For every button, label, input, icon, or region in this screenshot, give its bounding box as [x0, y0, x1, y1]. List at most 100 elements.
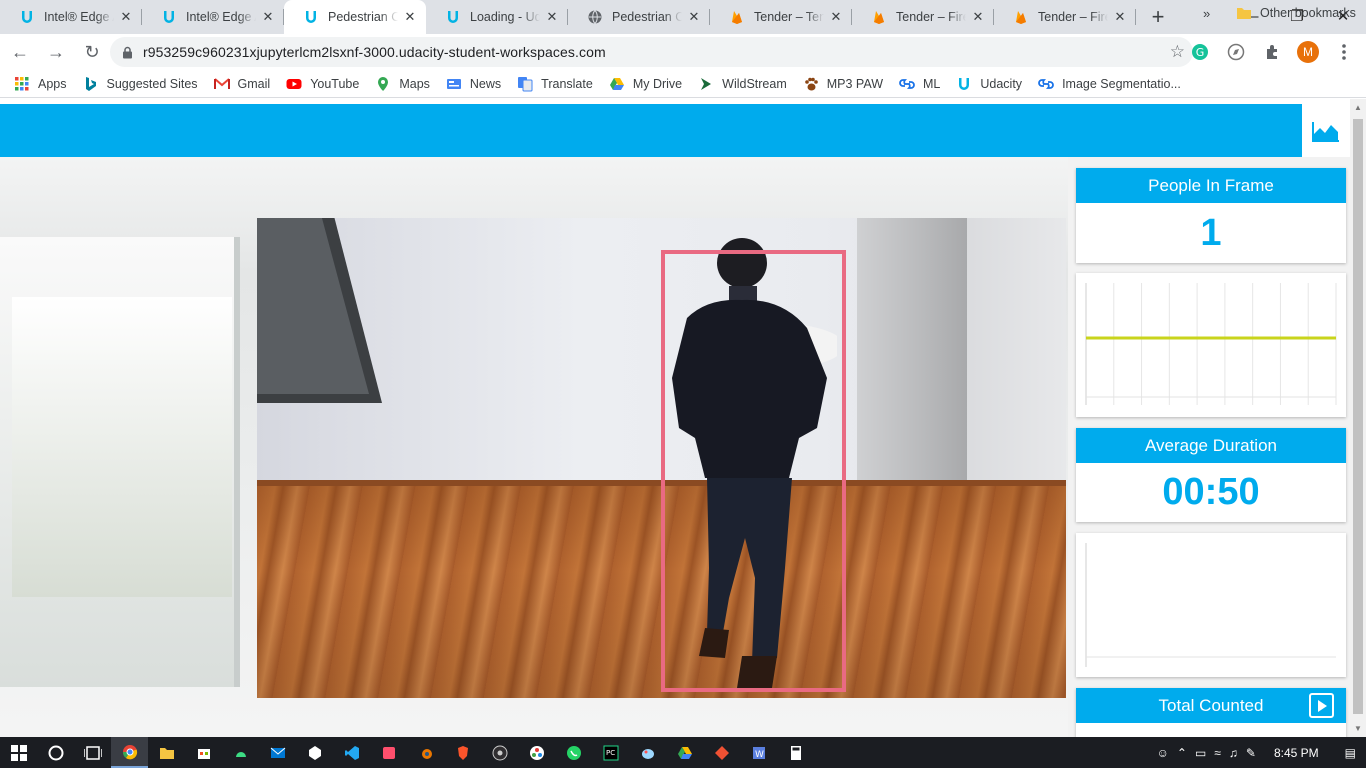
taskbar-app-button[interactable] — [629, 737, 666, 768]
bookmark-item[interactable]: News — [446, 76, 501, 92]
close-tab-icon[interactable]: ✕ — [828, 9, 844, 25]
profile-avatar[interactable]: M — [1294, 38, 1322, 66]
bookmark-item[interactable]: YouTube — [286, 76, 359, 92]
new-tab-button[interactable]: + — [1144, 3, 1172, 31]
taskbar-app-button[interactable] — [666, 737, 703, 768]
close-tab-icon[interactable]: ✕ — [260, 9, 276, 25]
bookmark-label: MP3 PAW — [826, 76, 883, 91]
bookmark-label: Image Segmentatio... — [1062, 76, 1181, 91]
reload-button[interactable]: ↻ — [76, 36, 108, 68]
taskbar-app-button[interactable] — [444, 737, 481, 768]
taskbar-app-button[interactable] — [259, 737, 296, 768]
tab-title: Tender – Fireb — [1038, 10, 1108, 24]
taskbar-app-button[interactable] — [481, 737, 518, 768]
close-tab-icon[interactable]: ✕ — [970, 9, 986, 25]
bookmark-item[interactable]: ML — [899, 76, 940, 92]
tray-expand-icon[interactable]: ⌃ — [1177, 746, 1187, 760]
average-duration-value: 00:50 — [1162, 470, 1260, 513]
extensions-puzzle-icon[interactable] — [1258, 38, 1286, 66]
taskbar-app-button[interactable] — [518, 737, 555, 768]
brave-icon — [455, 745, 471, 761]
bookmark-item[interactable]: Suggested Sites — [83, 76, 198, 92]
firebase-icon — [1012, 8, 1030, 26]
browser-tab[interactable]: Tender – Tende ✕ — [710, 0, 852, 34]
browser-tab[interactable]: Pedestrian Cou ✕ — [568, 0, 710, 34]
duration-chart — [1085, 543, 1336, 667]
address-bar[interactable]: r953259c960231xjupyterlcm2lsxnf-3000.uda… — [110, 37, 1193, 67]
other-bookmarks-label: Other bookmarks — [1260, 6, 1356, 20]
taskbar-app-button[interactable] — [148, 737, 185, 768]
browser-tab[interactable]: Loading - Udac ✕ — [426, 0, 568, 34]
calculator-icon — [788, 745, 804, 761]
page-scrollbar[interactable]: ▲ ▼ — [1350, 99, 1366, 737]
browser-tab[interactable]: Pedestrian Cou ✕ — [284, 0, 426, 34]
taskbar-app-button[interactable] — [111, 737, 148, 768]
udacity-icon — [160, 8, 178, 26]
bookmark-label: Suggested Sites — [106, 76, 198, 91]
taskbar-app-button[interactable] — [407, 737, 444, 768]
scroll-thumb[interactable] — [1353, 119, 1363, 714]
pen-icon[interactable]: ✎ — [1246, 746, 1256, 760]
taskbar-app-button[interactable] — [777, 737, 814, 768]
scroll-down-arrow-icon[interactable]: ▼ — [1354, 724, 1362, 733]
battery-icon[interactable]: ▭ — [1195, 746, 1206, 760]
bookmark-item[interactable]: MP3 PAW — [803, 76, 883, 92]
tab-title: Pedestrian Cou — [612, 10, 682, 24]
wifi-icon[interactable]: ≈ — [1214, 746, 1221, 760]
search-button[interactable] — [37, 737, 74, 768]
task-view-button[interactable] — [74, 737, 111, 768]
forward-button[interactable]: → — [40, 36, 72, 68]
tab-title: Loading - Udac — [470, 10, 540, 24]
taskbar-app-button[interactable]: W — [740, 737, 777, 768]
svg-text:PC: PC — [606, 749, 615, 757]
browser-tab[interactable]: Intel® Edge AI ✕ — [142, 0, 284, 34]
people-icon[interactable]: ☺ — [1157, 746, 1169, 760]
stats-chart-button[interactable] — [1302, 104, 1350, 157]
taskbar-app-button[interactable]: PC — [592, 737, 629, 768]
menu-kebab-icon[interactable] — [1330, 38, 1358, 66]
bookmarks-overflow-button[interactable]: » — [1203, 6, 1210, 21]
taskbar-app-button[interactable] — [333, 737, 370, 768]
close-tab-icon[interactable]: ✕ — [118, 9, 134, 25]
start-button[interactable] — [0, 737, 37, 768]
clock[interactable]: 8:45 PM — [1274, 746, 1319, 760]
volume-icon[interactable]: ♫ — [1229, 746, 1238, 760]
bookmark-item[interactable]: My Drive — [609, 76, 682, 92]
bookmark-label: Udacity — [980, 76, 1023, 91]
taskbar-app-button[interactable] — [370, 737, 407, 768]
bookmark-item[interactable]: Apps — [14, 76, 67, 92]
bookmark-item[interactable]: Image Segmentatio... — [1038, 76, 1181, 92]
bookmark-item[interactable]: Translate — [517, 76, 593, 92]
close-tab-icon[interactable]: ✕ — [686, 9, 702, 25]
bookmark-item[interactable]: Maps — [375, 76, 430, 92]
bookmark-item[interactable]: Udacity — [956, 76, 1022, 92]
browser-tab[interactable]: Tender – Fireb ✕ — [994, 0, 1136, 34]
bookmark-star-icon[interactable]: ☆ — [1170, 42, 1185, 62]
drive-icon — [609, 76, 625, 92]
close-tab-icon[interactable]: ✕ — [544, 9, 560, 25]
taskbar-app-button[interactable] — [222, 737, 259, 768]
chrome-icon — [122, 744, 138, 760]
bookmark-label: Translate — [541, 76, 593, 91]
taskbar-app-button[interactable] — [703, 737, 740, 768]
taskbar-app-button[interactable] — [555, 737, 592, 768]
average-duration-card: Average Duration 00:50 — [1076, 428, 1346, 522]
bookmark-item[interactable]: WildStream — [698, 76, 787, 92]
paint-icon — [640, 745, 656, 761]
duration-chart-card — [1076, 533, 1346, 677]
extension-compass-icon[interactable] — [1222, 38, 1250, 66]
browser-tab[interactable]: Intel® Edge AI ✕ — [0, 0, 142, 34]
taskbar-app-button[interactable] — [185, 737, 222, 768]
notification-icon[interactable]: ▤ — [1345, 746, 1356, 760]
bookmark-item[interactable]: Gmail — [213, 76, 270, 92]
close-tab-icon[interactable]: ✕ — [402, 9, 418, 25]
scroll-up-arrow-icon[interactable]: ▲ — [1354, 103, 1362, 112]
back-button[interactable]: ← — [4, 36, 36, 68]
taskbar-app-button[interactable] — [296, 737, 333, 768]
close-tab-icon[interactable]: ✕ — [1112, 9, 1128, 25]
other-bookmarks[interactable]: Other bookmarks — [1236, 6, 1356, 20]
grammarly-icon[interactable]: G — [1186, 38, 1214, 66]
play-icon[interactable] — [1309, 693, 1334, 718]
browser-tab[interactable]: Tender – Fireb ✕ — [852, 0, 994, 34]
youtube-icon — [286, 76, 302, 92]
